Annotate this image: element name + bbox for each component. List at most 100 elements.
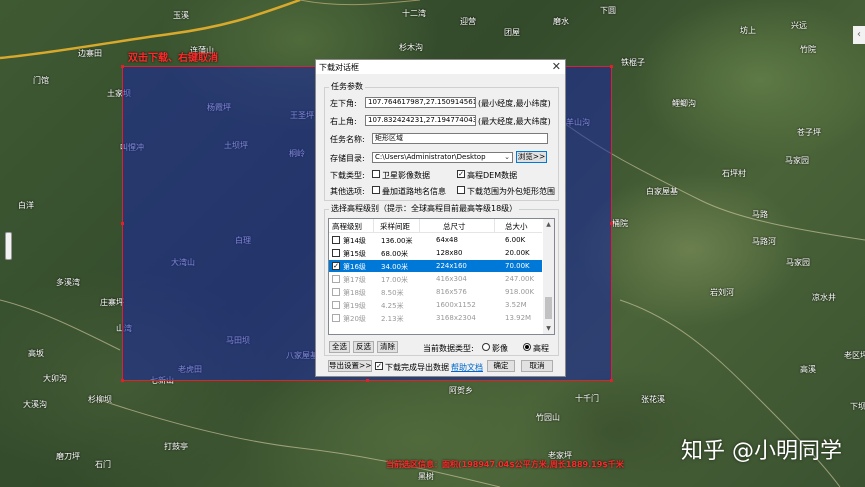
table-row[interactable]: 第20级 2.13米 3168x2304 13.92M	[329, 312, 542, 324]
table-header: 高程级别 采样间距 总尺寸 总大小	[329, 219, 542, 233]
column-header[interactable]: 总大小	[505, 221, 528, 232]
task-name-input[interactable]: 矩形区域	[372, 133, 548, 144]
download-hint: 双击下载、右键取消	[128, 53, 218, 64]
cell-size: 816x576	[436, 288, 467, 296]
lower-left-label: 左下角:	[330, 99, 357, 108]
selection-handle[interactable]	[121, 65, 124, 68]
place-label: 鲤鲫沟	[672, 99, 696, 108]
dialog-title: 下载对话框	[319, 63, 359, 72]
table-row[interactable]: 第18级 8.50米 816x576 918.00K	[329, 286, 542, 298]
lower-left-input[interactable]: 107.764617987,27.150914561	[365, 97, 476, 108]
cell-total: 6.00K	[505, 236, 526, 244]
save-dir-combo[interactable]: C:\Users\Administrator\Desktop ⌄	[372, 152, 513, 163]
place-label: 白洋	[18, 201, 34, 210]
download-type-label: 下载类型:	[330, 171, 365, 180]
select-all-button[interactable]: 全选	[329, 341, 350, 353]
satellite-checkbox[interactable]	[372, 170, 380, 178]
level-checkbox[interactable]: ✓	[332, 262, 340, 270]
table-row[interactable]: ✓ 第16级 34.00米 224x160 70.00K	[329, 260, 542, 272]
scroll-down-icon[interactable]: ▼	[544, 324, 553, 333]
place-label: 十二湾	[402, 9, 426, 18]
place-label: 打鼓亭	[164, 442, 188, 451]
place-label: 团屋	[504, 28, 520, 37]
outer-rect-label: 下载范围为外包矩形范围	[467, 187, 555, 196]
selection-handle[interactable]	[610, 65, 613, 68]
collapse-icon[interactable]: ‹	[853, 26, 865, 44]
scroll-thumb[interactable]	[545, 297, 552, 319]
place-label: 白家屋基	[646, 187, 678, 196]
table-row[interactable]: 第14级 136.00米 64x48 6.00K	[329, 234, 542, 246]
table-row[interactable]: 第17级 17.00米 416x304 247.00K	[329, 273, 542, 285]
place-label: 磨水	[553, 17, 569, 26]
table-row[interactable]: 第19级 4.25米 1600x1152 3.52M	[329, 299, 542, 311]
dem-checkbox[interactable]: ✓	[457, 170, 465, 178]
ok-button[interactable]: 确定	[487, 360, 515, 372]
upper-right-input[interactable]: 107.832424231,27.194774043	[365, 115, 476, 126]
satellite-option-label: 卫星影像数据	[382, 171, 430, 180]
close-icon[interactable]: ✕	[552, 60, 561, 73]
place-label: 马家园	[785, 156, 809, 165]
cell-level: 第18级	[343, 289, 366, 297]
lower-left-hint: (最小经度,最小纬度)	[478, 99, 551, 108]
elevation-radio[interactable]	[523, 343, 531, 351]
level-checkbox[interactable]	[332, 301, 340, 309]
selection-handle[interactable]	[610, 379, 613, 382]
cell-level: 第16级	[343, 263, 366, 271]
dialog-titlebar[interactable]: 下载对话框 ✕	[316, 60, 565, 74]
place-label: 兴远	[791, 21, 807, 30]
export-after-label: 下载完成导出数据	[385, 363, 449, 372]
download-dialog: 下载对话框 ✕ 任务参数 左下角: 107.764617987,27.15091…	[315, 59, 566, 377]
outer-rect-checkbox[interactable]	[457, 186, 465, 194]
export-after-checkbox[interactable]: ✓	[375, 362, 383, 370]
level-checkbox[interactable]	[332, 236, 340, 244]
place-label: 竹园山	[536, 413, 560, 422]
left-panel-handle[interactable]	[5, 232, 12, 260]
level-checkbox[interactable]	[332, 288, 340, 296]
place-label: 边寨田	[78, 49, 102, 58]
upper-right-hint: (最大经度,最大纬度)	[478, 117, 551, 126]
save-dir-value: C:\Users\Administrator\Desktop	[375, 153, 486, 161]
invert-button[interactable]: 反选	[353, 341, 374, 353]
chevron-down-icon[interactable]: ⌄	[504, 153, 510, 162]
place-label: 杉木沟	[399, 43, 423, 52]
level-table[interactable]: 高程级别 采样间距 总尺寸 总大小 第14级 136.00米 64x48 6.00K 第…	[328, 218, 555, 335]
cancel-button[interactable]: 取消	[521, 360, 553, 372]
cell-spacing: 8.50米	[381, 289, 404, 297]
column-header[interactable]: 高程级别	[332, 221, 362, 232]
selection-handle[interactable]	[610, 222, 613, 225]
cell-total: 70.00K	[505, 262, 530, 270]
place-label: 马路河	[752, 237, 776, 246]
place-label: 玉溪	[173, 11, 189, 20]
place-label: 杉柳坝	[88, 395, 112, 404]
selection-handle[interactable]	[366, 379, 369, 382]
watermark: 知乎 @小明同学	[681, 439, 842, 464]
cell-level: 第20级	[343, 315, 366, 323]
selection-handle[interactable]	[121, 222, 124, 225]
place-label: 岩刘河	[710, 288, 734, 297]
cell-level: 第19级	[343, 302, 366, 310]
column-header[interactable]: 采样间距	[380, 221, 410, 232]
road-overlay-checkbox[interactable]	[372, 186, 380, 194]
place-label: 阿贺乡	[449, 386, 473, 395]
column-header[interactable]: 总尺寸	[443, 221, 466, 232]
level-checkbox[interactable]	[332, 275, 340, 283]
image-radio[interactable]	[482, 343, 490, 351]
table-row[interactable]: 第15级 68.00米 128x80 20.00K	[329, 247, 542, 259]
cell-size: 416x304	[436, 275, 467, 283]
other-options-label: 其他选项:	[330, 187, 365, 196]
cell-total: 918.00K	[505, 288, 535, 296]
level-checkbox[interactable]	[332, 314, 340, 322]
clear-button[interactable]: 清除	[377, 341, 398, 353]
help-link[interactable]: 帮助文档	[451, 362, 483, 373]
scroll-up-icon[interactable]: ▲	[544, 220, 553, 229]
browse-button[interactable]: 浏览>>	[516, 151, 547, 163]
place-label: 大溪沟	[23, 400, 47, 409]
cell-total: 247.00K	[505, 275, 535, 283]
table-scrollbar[interactable]: ▲ ▼	[543, 219, 554, 334]
level-checkbox[interactable]	[332, 249, 340, 257]
place-label: 坊上	[740, 26, 756, 35]
export-settings-button[interactable]: 导出设置>>	[328, 360, 372, 372]
cell-size: 64x48	[436, 236, 458, 244]
cell-level: 第17级	[343, 276, 366, 284]
selection-handle[interactable]	[121, 379, 124, 382]
